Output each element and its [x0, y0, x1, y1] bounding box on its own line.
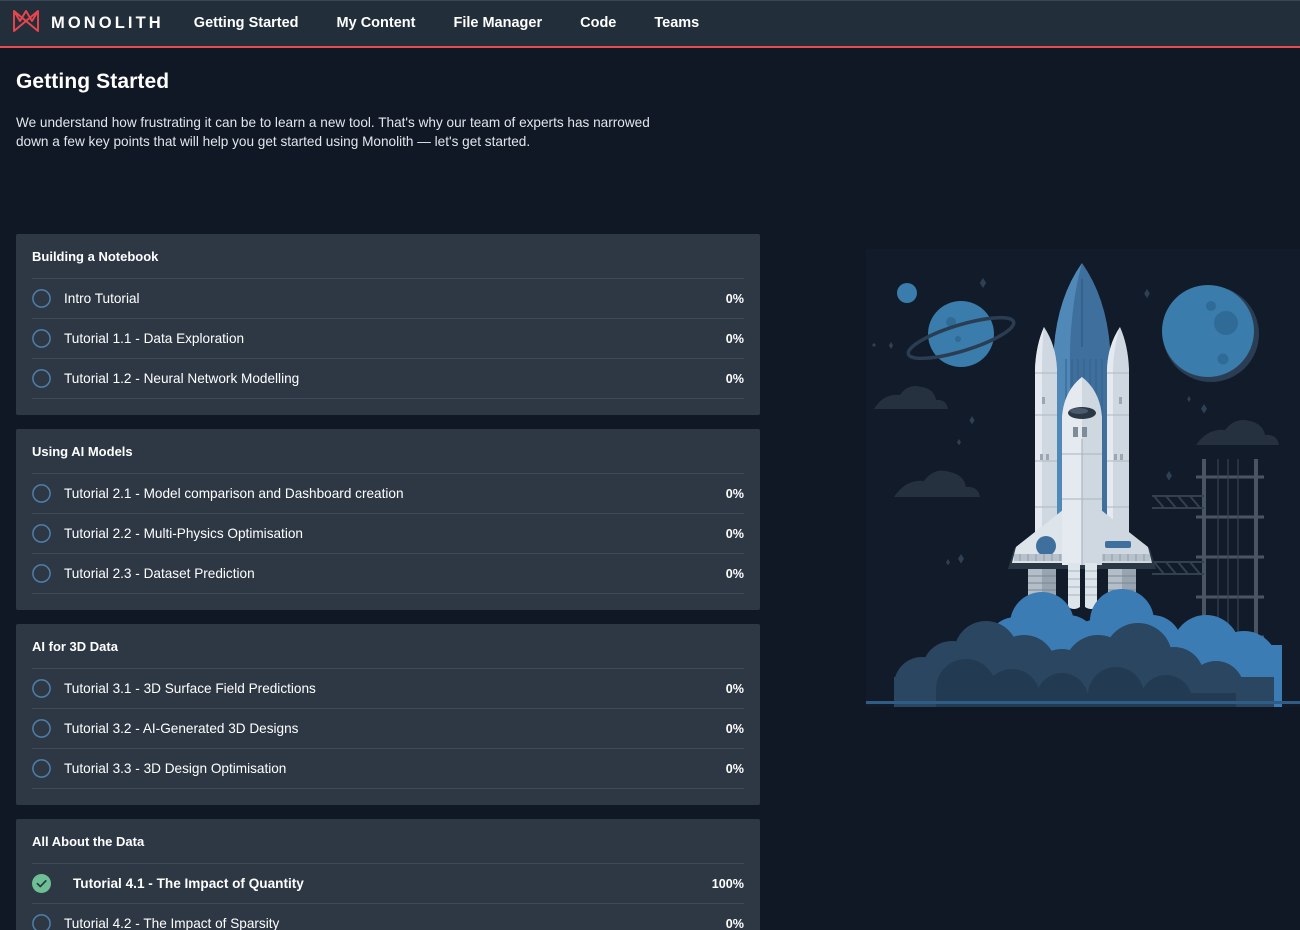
nav-link-file-manager[interactable]: File Manager	[434, 16, 561, 31]
tutorial-incomplete-circle-icon	[32, 289, 51, 308]
ground-line	[866, 701, 1300, 704]
tutorial-row[interactable]: Tutorial 1.1 - Data Exploration 0%	[32, 319, 744, 359]
page-intro-text: We understand how frustrating it can be …	[16, 115, 650, 149]
tutorial-incomplete-circle-icon	[32, 524, 51, 543]
tutorial-progress-value: 0%	[725, 486, 744, 501]
tutorial-incomplete-circle-icon	[32, 484, 51, 503]
tutorial-row[interactable]: Tutorial 2.1 - Model comparison and Dash…	[32, 474, 744, 514]
tutorial-row[interactable]: Tutorial 3.2 - AI-Generated 3D Designs 0%	[32, 709, 744, 749]
tutorial-row[interactable]: Tutorial 3.3 - 3D Design Optimisation 0%	[32, 749, 744, 789]
card-header-title: AI for 3D Data	[32, 624, 744, 669]
tutorial-title: Tutorial 2.2 - Multi-Physics Optimisatio…	[64, 526, 303, 541]
tutorial-title: Tutorial 2.3 - Dataset Prediction	[64, 566, 255, 581]
tutorial-row[interactable]: Tutorial 2.2 - Multi-Physics Optimisatio…	[32, 514, 744, 554]
card-header-title: Building a Notebook	[32, 234, 744, 279]
tutorial-card: AI for 3D Data Tutorial 3.1 - 3D Surface …	[16, 624, 760, 805]
tutorial-progress-value: 0%	[725, 681, 744, 696]
tutorial-cards-list: Building a Notebook Intro Tutorial 0% Tutor…	[16, 234, 760, 930]
tutorial-title: Tutorial 4.2 - The Impact of Sparsity	[64, 916, 280, 930]
nav-link-getting-started[interactable]: Getting Started	[194, 16, 318, 31]
tutorial-card: Building a Notebook Intro Tutorial 0% Tutor…	[16, 234, 760, 415]
tutorial-row[interactable]: Tutorial 4.2 - The Impact of Sparsity 0%	[32, 904, 744, 930]
tutorial-row[interactable]: Tutorial 1.2 - Neural Network Modelling 0…	[32, 359, 744, 399]
tutorial-card: All About the Data Tutorial 4.1 - The Imp…	[16, 819, 760, 930]
card-header-title: All About the Data	[32, 819, 744, 864]
tutorial-complete-check-icon	[32, 874, 51, 893]
tutorial-row[interactable]: Tutorial 4.1 - The Impact of Quantity 100…	[32, 864, 744, 904]
tutorial-incomplete-circle-icon	[32, 329, 51, 348]
nav-link-teams[interactable]: Teams	[635, 16, 718, 31]
nav-link-code[interactable]: Code	[561, 16, 635, 31]
tutorial-progress-value: 0%	[725, 916, 744, 930]
tutorial-title: Tutorial 1.2 - Neural Network Modelling	[64, 371, 300, 386]
tutorial-title: Intro Tutorial	[64, 291, 140, 306]
tutorial-title: Tutorial 1.1 - Data Exploration	[64, 331, 245, 346]
tutorial-row[interactable]: Tutorial 3.1 - 3D Surface Field Predicti…	[32, 669, 744, 709]
tutorial-title: Tutorial 2.1 - Model comparison and Dash…	[64, 486, 404, 501]
tutorial-incomplete-circle-icon	[32, 914, 51, 930]
tutorial-card: Using AI Models Tutorial 2.1 - Model comp…	[16, 429, 760, 610]
brand[interactable]: MONOLITH	[12, 9, 164, 38]
tutorial-progress-value: 0%	[725, 291, 744, 306]
page-body: Getting Started We understand how frustr…	[0, 48, 1300, 930]
nav-links: Getting Started My Content File Manager …	[194, 16, 718, 31]
card-header-title: Using AI Models	[32, 429, 744, 474]
monolith-logo-icon	[12, 9, 40, 38]
tutorial-progress-value: 0%	[725, 331, 744, 346]
brand-name: MONOLITH	[51, 13, 164, 32]
small-planet	[897, 283, 917, 303]
tutorial-row[interactable]: Intro Tutorial 0%	[32, 279, 744, 319]
tutorial-title: Tutorial 4.1 - The Impact of Quantity	[73, 876, 304, 891]
top-navigation-bar: MONOLITH Getting Started My Content File…	[0, 0, 1300, 48]
tutorial-progress-value: 0%	[725, 371, 744, 386]
page-header: Getting Started We understand how frustr…	[0, 48, 1300, 151]
page-title: Getting Started	[16, 70, 170, 93]
tutorial-progress-value: 0%	[725, 566, 744, 581]
tutorial-incomplete-circle-icon	[32, 719, 51, 738]
tutorial-progress-value: 0%	[725, 761, 744, 776]
tutorial-row[interactable]: Tutorial 2.3 - Dataset Prediction 0%	[32, 554, 744, 594]
tutorial-title: Tutorial 3.2 - AI-Generated 3D Designs	[64, 721, 299, 736]
tutorial-incomplete-circle-icon	[32, 759, 51, 778]
nav-link-my-content[interactable]: My Content	[318, 16, 435, 31]
tutorial-title: Tutorial 3.1 - 3D Surface Field Predicti…	[64, 681, 316, 696]
rocket-launch-illustration	[866, 249, 1300, 707]
tutorial-progress-value: 0%	[725, 526, 744, 541]
tutorial-progress-value: 100%	[711, 876, 744, 891]
tutorial-incomplete-circle-icon	[32, 369, 51, 388]
tutorial-progress-value: 0%	[725, 721, 744, 736]
tutorial-incomplete-circle-icon	[32, 564, 51, 583]
orbiter-fuselage	[1062, 377, 1102, 565]
tutorial-incomplete-circle-icon	[32, 679, 51, 698]
tutorial-title: Tutorial 3.3 - 3D Design Optimisation	[64, 761, 287, 776]
